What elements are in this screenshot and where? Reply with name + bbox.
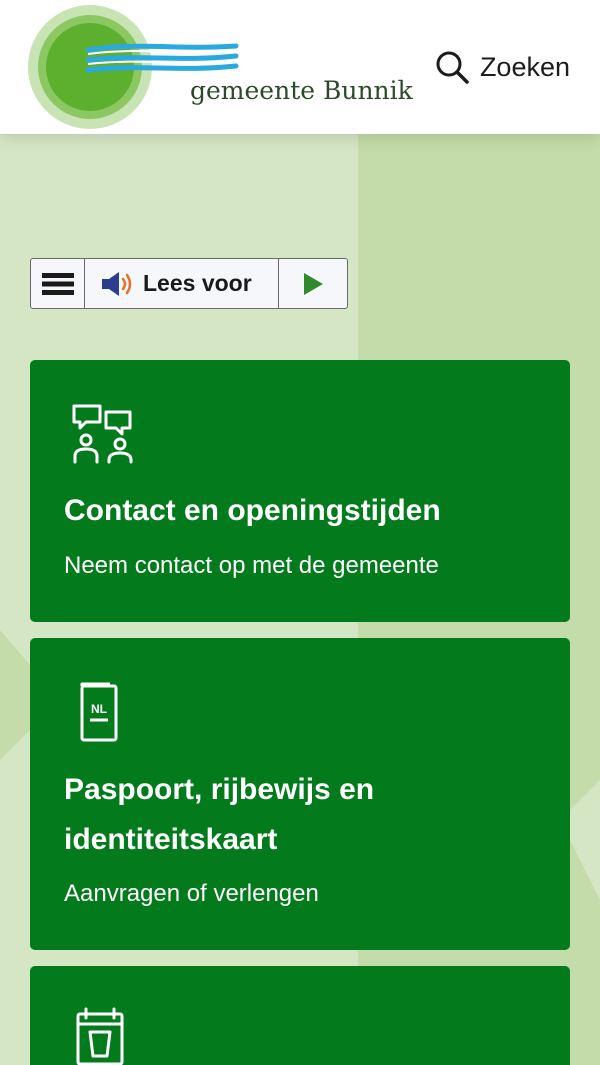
- search-label: Zoeken: [479, 51, 570, 82]
- waste-bin-calendar-icon: [76, 1007, 124, 1065]
- card-contact[interactable]: Contact en openingstijden Neem contact o…: [30, 360, 570, 622]
- conversation-people-icon: [72, 404, 133, 464]
- card-title: Paspoort, rijbewijs en identiteitskaart: [64, 773, 375, 856]
- svg-text:NL: NL: [91, 702, 107, 716]
- logo-emblem-icon: [28, 5, 239, 129]
- card-title: Contact en openingstijden: [64, 494, 441, 527]
- read-aloud-menu-button[interactable]: [31, 259, 85, 308]
- read-aloud-button[interactable]: Lees voor: [85, 259, 279, 308]
- read-aloud-toolbar: Lees voor: [30, 258, 348, 309]
- speaker-icon: [102, 271, 132, 296]
- read-aloud-label: Lees voor: [143, 270, 252, 296]
- hamburger-menu-icon: [41, 272, 74, 295]
- play-button[interactable]: [279, 259, 347, 308]
- play-icon: [304, 272, 323, 295]
- card-passport[interactable]: NL Paspoort, rijbewijs en identiteitskaa…: [30, 638, 570, 950]
- card-subtitle: Aanvragen of verlengen: [64, 880, 319, 907]
- card-waste[interactable]: [30, 966, 570, 1065]
- card-subtitle: Neem contact op met de gemeente: [64, 552, 439, 579]
- passport-nl-icon: NL: [80, 682, 118, 742]
- search-button[interactable]: Zoeken: [434, 46, 570, 88]
- municipality-logo[interactable]: gemeente Bunnik: [28, 4, 413, 130]
- search-icon: [436, 51, 469, 84]
- logo-text: gemeente Bunnik: [190, 76, 413, 105]
- site-header: gemeente Bunnik Zoeken: [0, 0, 600, 134]
